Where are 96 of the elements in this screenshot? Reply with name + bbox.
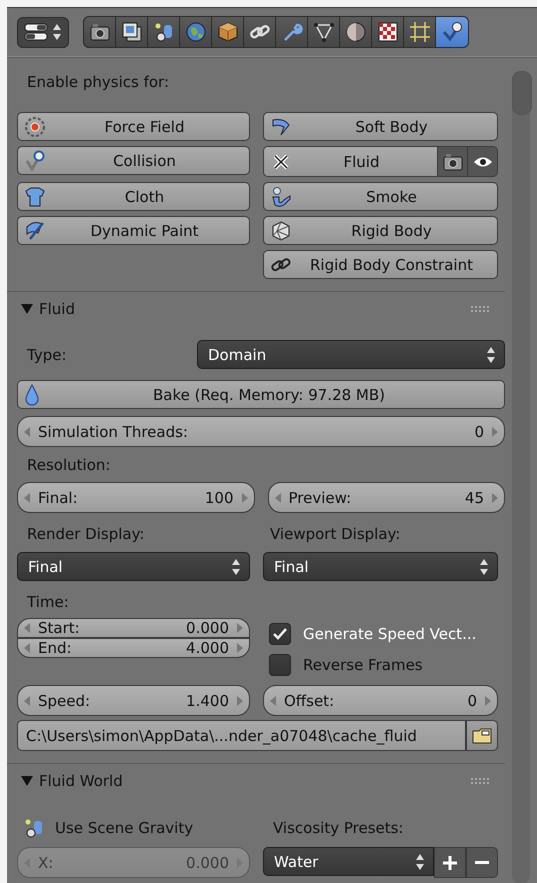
checkbox[interactable]: Reverse Frames <box>263 649 498 680</box>
render-toggle[interactable] <box>437 147 467 176</box>
context-tab[interactable] <box>116 17 148 47</box>
right-arrow-icon <box>485 696 491 706</box>
shirt-icon <box>24 186 46 208</box>
cube-icon <box>216 21 238 43</box>
grip-icon[interactable] <box>471 777 491 785</box>
force-field-icon <box>24 116 46 138</box>
number-field[interactable]: Simulation Threads: 0 <box>17 416 505 447</box>
polyhedron-icon <box>270 220 292 242</box>
scrollbar[interactable] <box>512 71 530 883</box>
collision-icon <box>24 150 46 172</box>
water-drop-icon <box>24 384 40 406</box>
physics-button[interactable]: Rigid Body <box>263 216 498 245</box>
left-arrow-icon <box>24 426 30 436</box>
section-label: Time: <box>26 592 70 613</box>
folder-button[interactable] <box>466 720 498 751</box>
right-arrow-icon <box>492 492 498 502</box>
cache-path-field[interactable]: C:\Users\simon\AppData\...nder_a07048\cache_fluid <box>17 720 466 751</box>
scene-objects-icon <box>23 816 45 838</box>
updown-arrows-icon <box>479 558 489 576</box>
folder-icon <box>471 726 493 746</box>
number-field[interactable]: Final: 100 <box>17 482 254 513</box>
right-arrow-icon <box>242 492 248 502</box>
toggle-switches-icon <box>24 23 48 41</box>
camera-icon <box>88 21 110 43</box>
physics-button[interactable]: Collision <box>17 146 250 175</box>
right-arrow-icon <box>237 696 243 706</box>
field-label: Viewport Display: <box>269 524 402 545</box>
layers-icon <box>120 21 142 43</box>
physics-button[interactable]: Cloth <box>17 182 250 211</box>
smoke-pipe-icon <box>270 186 292 208</box>
bake-button[interactable]: Bake (Req. Memory: 97.28 MB) <box>17 380 505 409</box>
render-display-dropdown[interactable]: Final <box>17 552 250 581</box>
paint-brush-icon <box>24 220 46 242</box>
context-tab[interactable] <box>372 17 404 47</box>
field-label: Viscosity Presets: <box>272 818 404 838</box>
left-arrow-icon <box>274 492 280 502</box>
physics-icon <box>441 21 463 43</box>
number-field[interactable]: Offset: 0 <box>263 685 498 716</box>
physics-button[interactable]: Smoke <box>263 182 498 211</box>
left-arrow-icon <box>24 696 30 706</box>
physics-button[interactable]: Soft Body <box>263 112 498 141</box>
updown-arrows-icon <box>486 346 496 364</box>
context-tab[interactable] <box>244 17 276 47</box>
checkmark-icon <box>272 626 288 640</box>
updown-arrows-icon <box>52 23 62 41</box>
type-dropdown[interactable]: Domain <box>197 340 505 369</box>
physics-button[interactable]: Dynamic Paint <box>17 216 250 245</box>
field-label: Type: <box>26 344 68 366</box>
checker-icon <box>376 21 398 43</box>
scroll-thumb[interactable] <box>512 71 532 115</box>
scene-objects-icon <box>152 21 174 43</box>
updown-arrows-icon <box>415 852 425 870</box>
visibility-toggle[interactable] <box>467 147 497 176</box>
viscosity-preset-dropdown[interactable]: Water <box>263 847 434 876</box>
right-arrow-icon <box>492 426 498 436</box>
number-field[interactable]: End: 4.000 <box>17 638 250 658</box>
section-label: Resolution: <box>26 455 112 476</box>
add-preset-button[interactable] <box>434 847 466 878</box>
left-arrow-icon <box>24 492 30 502</box>
context-tab[interactable] <box>436 17 468 47</box>
context-tab[interactable] <box>180 17 212 47</box>
minus-icon <box>475 861 489 864</box>
collapse-triangle-icon <box>21 775 33 787</box>
remove-preset-button[interactable] <box>466 847 498 878</box>
panel-header[interactable]: Fluid <box>21 300 75 318</box>
physics-button[interactable]: Fluid <box>264 147 437 176</box>
field-label: Render Display: <box>26 524 146 545</box>
checkbox[interactable]: Generate Speed Vect... <box>263 618 498 649</box>
grip-icon[interactable] <box>471 305 491 313</box>
mesh-triangle-icon <box>312 21 334 43</box>
context-tab[interactable] <box>148 17 180 47</box>
context-tab[interactable] <box>276 17 308 47</box>
section-label: Enable physics for: <box>26 72 170 93</box>
eye-icon <box>472 156 492 168</box>
physics-button[interactable]: Force Field <box>17 112 250 141</box>
panel-header[interactable]: Fluid World <box>21 772 123 790</box>
context-tab[interactable] <box>84 17 116 47</box>
context-tab[interactable] <box>404 17 436 47</box>
context-tab[interactable] <box>308 17 340 47</box>
editor-type-selector[interactable] <box>17 16 69 48</box>
globe-icon <box>184 21 206 43</box>
plus-icon <box>441 854 459 872</box>
scene-gravity-toggle[interactable]: Use Scene Gravity <box>17 812 194 843</box>
left-arrow-icon <box>270 696 276 706</box>
number-field[interactable]: Start: 0.000 <box>17 618 250 638</box>
physics-button[interactable]: Rigid Body Constraint <box>263 250 498 279</box>
number-field[interactable]: Preview: 45 <box>268 482 505 513</box>
context-tab[interactable] <box>340 17 372 47</box>
collapse-triangle-icon <box>21 303 33 315</box>
viewport-display-dropdown[interactable]: Final <box>263 552 498 581</box>
number-field[interactable]: Speed: 1.400 <box>17 685 250 716</box>
updown-arrows-icon <box>231 558 241 576</box>
context-tab[interactable] <box>212 17 244 47</box>
sphere-icon <box>344 21 366 43</box>
